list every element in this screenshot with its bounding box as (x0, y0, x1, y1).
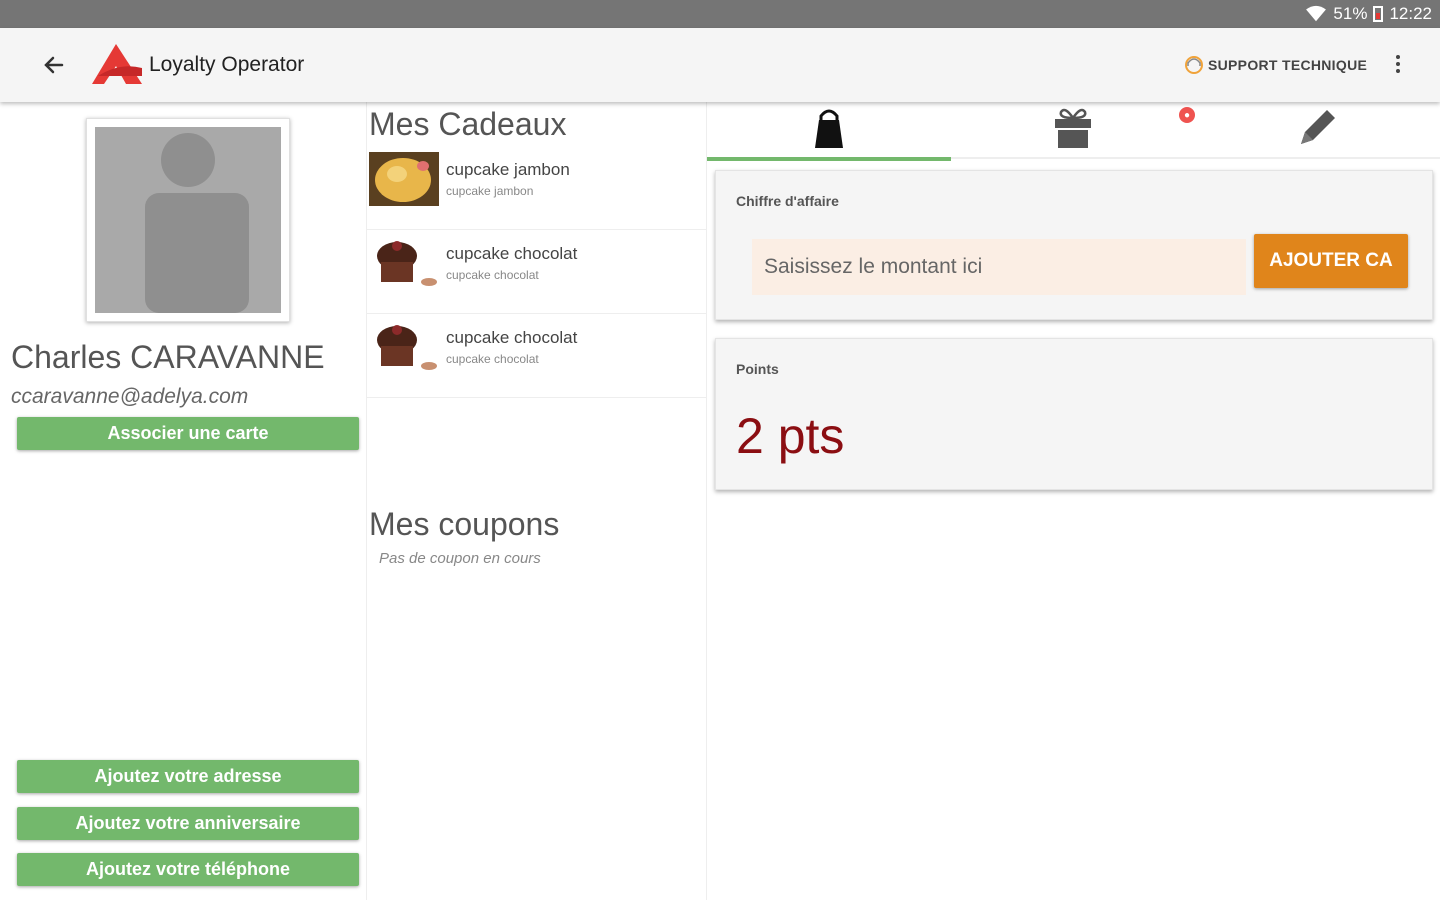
list-item[interactable]: cupcake jambon cupcake jambon (367, 146, 707, 230)
person-placeholder-icon (145, 133, 249, 313)
gift-name: cupcake jambon (446, 160, 570, 179)
coupons-empty-text: Pas de coupon en cours (379, 550, 541, 567)
revenue-card: Chiffre d'affaire AJOUTER CA (715, 170, 1433, 320)
battery-percent: 51% (1333, 4, 1368, 23)
tab-purchase[interactable] (707, 102, 951, 161)
points-label: Points (736, 361, 779, 377)
amount-input[interactable] (752, 239, 1246, 295)
customer-name: Charles CARAVANNE (11, 339, 325, 375)
gift-name: cupcake chocolat (446, 244, 578, 263)
add-address-button[interactable]: Ajoutez votre adresse (17, 760, 359, 793)
action-tabs (707, 102, 1440, 161)
gift-name: cupcake chocolat (446, 328, 578, 347)
battery-icon (1373, 6, 1384, 22)
pencil-icon (1301, 110, 1335, 144)
cupcake-ham-thumbnail (369, 152, 439, 206)
shopping-bag-icon (815, 109, 843, 148)
tab-edit[interactable] (1195, 102, 1439, 159)
add-birthday-button[interactable]: Ajoutez votre anniversaire (17, 807, 359, 840)
points-card: Points 2 pts (715, 338, 1433, 490)
avatar (86, 118, 290, 322)
app-bar: Loyalty Operator SUPPORT TECHNIQUE (0, 28, 1440, 102)
gift-description: cupcake jambon (446, 184, 534, 198)
support-icon (1185, 56, 1203, 74)
back-arrow-icon[interactable] (38, 50, 70, 80)
gift-description: cupcake chocolat (446, 352, 539, 366)
cupcake-chocolate-thumbnail (369, 320, 439, 374)
list-item[interactable]: cupcake chocolat cupcake chocolat (367, 230, 707, 314)
coupons-title: Mes coupons (369, 506, 560, 542)
wifi-icon (1306, 5, 1327, 22)
tab-gifts[interactable] (951, 102, 1195, 159)
notification-badge: ● (1179, 107, 1195, 123)
gifts-panel: Mes Cadeaux cupcake jambon cupcake jambo… (367, 102, 707, 900)
cupcake-chocolate-thumbnail (369, 236, 439, 290)
add-phone-button[interactable]: Ajoutez votre téléphone (17, 853, 359, 886)
associate-card-button[interactable]: Associer une carte (17, 417, 359, 450)
gifts-title: Mes Cadeaux (369, 106, 567, 142)
more-vert-icon[interactable] (1386, 52, 1410, 80)
list-item[interactable]: cupcake chocolat cupcake chocolat (367, 314, 707, 398)
points-value: 2 pts (736, 408, 845, 464)
app-title: Loyalty Operator (149, 53, 305, 76)
gift-description: cupcake chocolat (446, 268, 539, 282)
profile-panel: Charles CARAVANNE ccaravanne@adelya.com … (0, 102, 367, 900)
support-label: SUPPORT TECHNIQUE (1208, 57, 1368, 73)
revenue-label: Chiffre d'affaire (736, 193, 839, 209)
support-button[interactable]: SUPPORT TECHNIQUE (1183, 54, 1367, 76)
clock: 12:22 (1389, 4, 1432, 23)
status-bar: 51% 12:22 (0, 0, 1440, 28)
add-revenue-button[interactable]: AJOUTER CA (1254, 234, 1408, 288)
customer-email: ccaravanne@adelya.com (11, 385, 249, 408)
gift-icon (1055, 108, 1091, 148)
app-logo (92, 44, 142, 84)
